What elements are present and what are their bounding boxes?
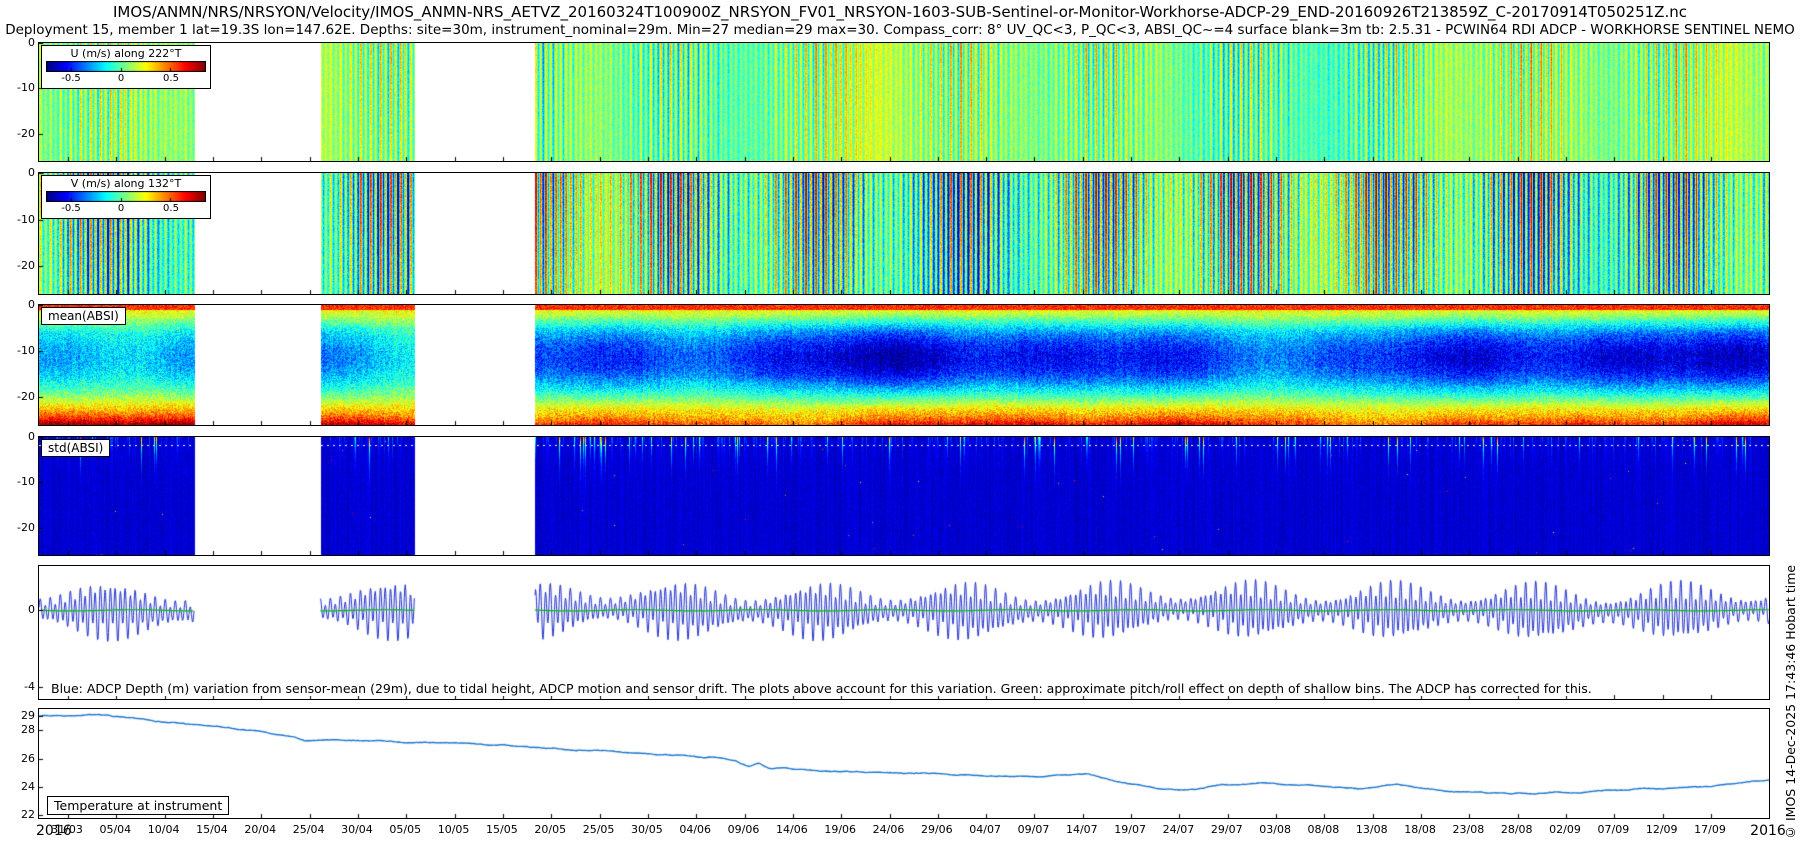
x-tick-label: 10/04 — [148, 823, 180, 836]
u-colorbar: -0.5 0 0.5 — [46, 61, 206, 86]
depth-variation-annotation: Blue: ADCP Depth (m) variation from sens… — [49, 681, 1594, 696]
x-tick-label: 04/06 — [679, 823, 711, 836]
x-tick-label: 18/08 — [1404, 823, 1436, 836]
y-tick-label: 0 — [28, 299, 35, 311]
x-tick-label: 24/07 — [1163, 823, 1195, 836]
absi-std-heatmap — [39, 437, 1769, 555]
panel-depth-variation: 0-4 Blue: ADCP Depth (m) variation from … — [38, 565, 1770, 700]
x-tick-label: 14/06 — [776, 823, 808, 836]
y-tick-label: -20 — [17, 391, 35, 403]
x-tick-label: 20/04 — [244, 823, 276, 836]
v-colorbar-gradient — [46, 191, 206, 202]
x-tick-label: 10/05 — [438, 823, 470, 836]
v-velocity-heatmap — [39, 173, 1769, 294]
x-tick-label: 24/06 — [873, 823, 905, 836]
u-legend-title: U (m/s) along 222°T — [46, 47, 206, 60]
x-tick-label: 25/04 — [293, 823, 325, 836]
x-tick-label: 09/07 — [1018, 823, 1050, 836]
x-tick-label: 19/07 — [1114, 823, 1146, 836]
y-tick-label: 0 — [28, 604, 35, 616]
y-tick-label: 0 — [28, 37, 35, 49]
x-tick-label: 02/09 — [1549, 823, 1581, 836]
colorbar-tick-label: 0.5 — [163, 73, 179, 84]
x-tick-label: 20/05 — [534, 823, 566, 836]
y-tick-label: -10 — [17, 476, 35, 488]
x-tick-label: 07/09 — [1598, 823, 1630, 836]
x-tick-label: 28/08 — [1501, 823, 1533, 836]
colorbar-tick-label: 0 — [118, 203, 124, 214]
u-colorbar-legend: U (m/s) along 222°T -0.5 0 0.5 — [41, 45, 211, 89]
x-tick-label: 12/09 — [1646, 823, 1678, 836]
temperature-label: Temperature at instrument — [47, 796, 229, 815]
depth-variation-axis-labels: 0 -4 — [2, 566, 35, 699]
absi-std-depth-axis-labels: 0-10-20 — [2, 437, 35, 555]
x-tick-label: 05/05 — [389, 823, 421, 836]
x-tick-label: 29/06 — [921, 823, 953, 836]
y-tick-label: -4 — [24, 681, 35, 693]
x-tick-label: 29/07 — [1211, 823, 1243, 836]
x-tick-label: 30/05 — [631, 823, 663, 836]
adcp-summary-figure: IMOS/ANMN/NRS/NRSYON/Velocity/IMOS_ANMN-… — [0, 0, 1800, 850]
x-tick-label: 15/04 — [196, 823, 228, 836]
x-axis-date-labels: 31/0305/0410/0415/0420/0425/0430/0405/05… — [38, 823, 1768, 843]
x-tick-label: 17/09 — [1694, 823, 1726, 836]
figure-subtitle-deployment-info: Deployment 15, member 1 lat=19.3S lon=14… — [0, 22, 1800, 38]
x-tick-label: 03/08 — [1259, 823, 1291, 836]
x-tick-label: 30/04 — [341, 823, 373, 836]
y-tick-label: -10 — [17, 82, 35, 94]
y-tick-label: -20 — [17, 128, 35, 140]
panel-absi-std: 0-10-20 std(ABSI) — [38, 436, 1770, 556]
colorbar-tick-label: -0.5 — [61, 73, 81, 84]
x-tick-label: 08/08 — [1308, 823, 1340, 836]
x-tick-label: 09/06 — [728, 823, 760, 836]
x-tick-label: 25/05 — [583, 823, 615, 836]
y-tick-label: 26 — [21, 753, 35, 765]
colorbar-tick-label: 0.5 — [163, 203, 179, 214]
x-tick-label: 13/08 — [1356, 823, 1388, 836]
x-tick-label: 15/05 — [486, 823, 518, 836]
x-tick-label: 23/08 — [1453, 823, 1485, 836]
panel-temperature: 2928262422 Temperature at instrument — [38, 708, 1770, 819]
x-year-label-right: 2016 — [1750, 823, 1786, 839]
temperature-axis-labels: 29 28 26 24 22 — [2, 709, 35, 818]
panel-absi-mean: 0-10-20 mean(ABSI) — [38, 304, 1770, 426]
absi-mean-heatmap — [39, 305, 1769, 425]
y-tick-label: 28 — [21, 724, 35, 736]
colorbar-tick-label: 0 — [118, 73, 124, 84]
panel-u-velocity: 0-10-20 U (m/s) along 222°T -0.500.5 — [38, 42, 1770, 162]
temperature-line-plot — [39, 709, 1769, 818]
absi-mean-label: mean(ABSI) — [41, 307, 126, 325]
y-tick-label: 0 — [28, 431, 35, 443]
x-year-label-left: 2016 — [36, 823, 72, 839]
depth-variation-line-plot — [39, 566, 1769, 699]
u-depth-axis-labels: 0-10-20 — [2, 43, 35, 161]
u-colorbar-tick-labels: -0.5 0 0.5 — [46, 72, 206, 85]
y-tick-label: -20 — [17, 260, 35, 272]
y-tick-label: -10 — [17, 345, 35, 357]
y-tick-label: 22 — [21, 809, 35, 821]
colorbar-tick-label: -0.5 — [61, 203, 81, 214]
x-tick-label: 05/04 — [99, 823, 131, 836]
u-velocity-heatmap — [39, 43, 1769, 161]
absi-std-label: std(ABSI) — [41, 439, 110, 457]
y-tick-label: -20 — [17, 522, 35, 534]
absi-mean-depth-axis-labels: 0-10-20 — [2, 305, 35, 425]
y-tick-label: 0 — [28, 167, 35, 179]
v-legend-title: V (m/s) along 132°T — [46, 177, 206, 190]
y-tick-label: 29 — [21, 710, 35, 722]
figure-title-filename: IMOS/ANMN/NRS/NRSYON/Velocity/IMOS_ANMN-… — [0, 3, 1800, 21]
y-tick-label: -10 — [17, 214, 35, 226]
v-depth-axis-labels: 0-10-20 — [2, 173, 35, 294]
x-tick-label: 04/07 — [969, 823, 1001, 836]
panel-v-velocity: 0-10-20 V (m/s) along 132°T -0.500.5 — [38, 172, 1770, 295]
x-tick-label: 14/07 — [1066, 823, 1098, 836]
y-tick-label: 24 — [21, 781, 35, 793]
x-tick-label: 19/06 — [824, 823, 856, 836]
v-colorbar-tick-labels: -0.5 0 0.5 — [46, 202, 206, 215]
copyright-watermark: © IMOS 14-Dec-2025 17:43:46 Hobart time — [1783, 540, 1798, 840]
v-colorbar-legend: V (m/s) along 132°T -0.5 0 0.5 — [41, 175, 211, 219]
v-colorbar: -0.5 0 0.5 — [46, 191, 206, 216]
u-colorbar-gradient — [46, 61, 206, 72]
